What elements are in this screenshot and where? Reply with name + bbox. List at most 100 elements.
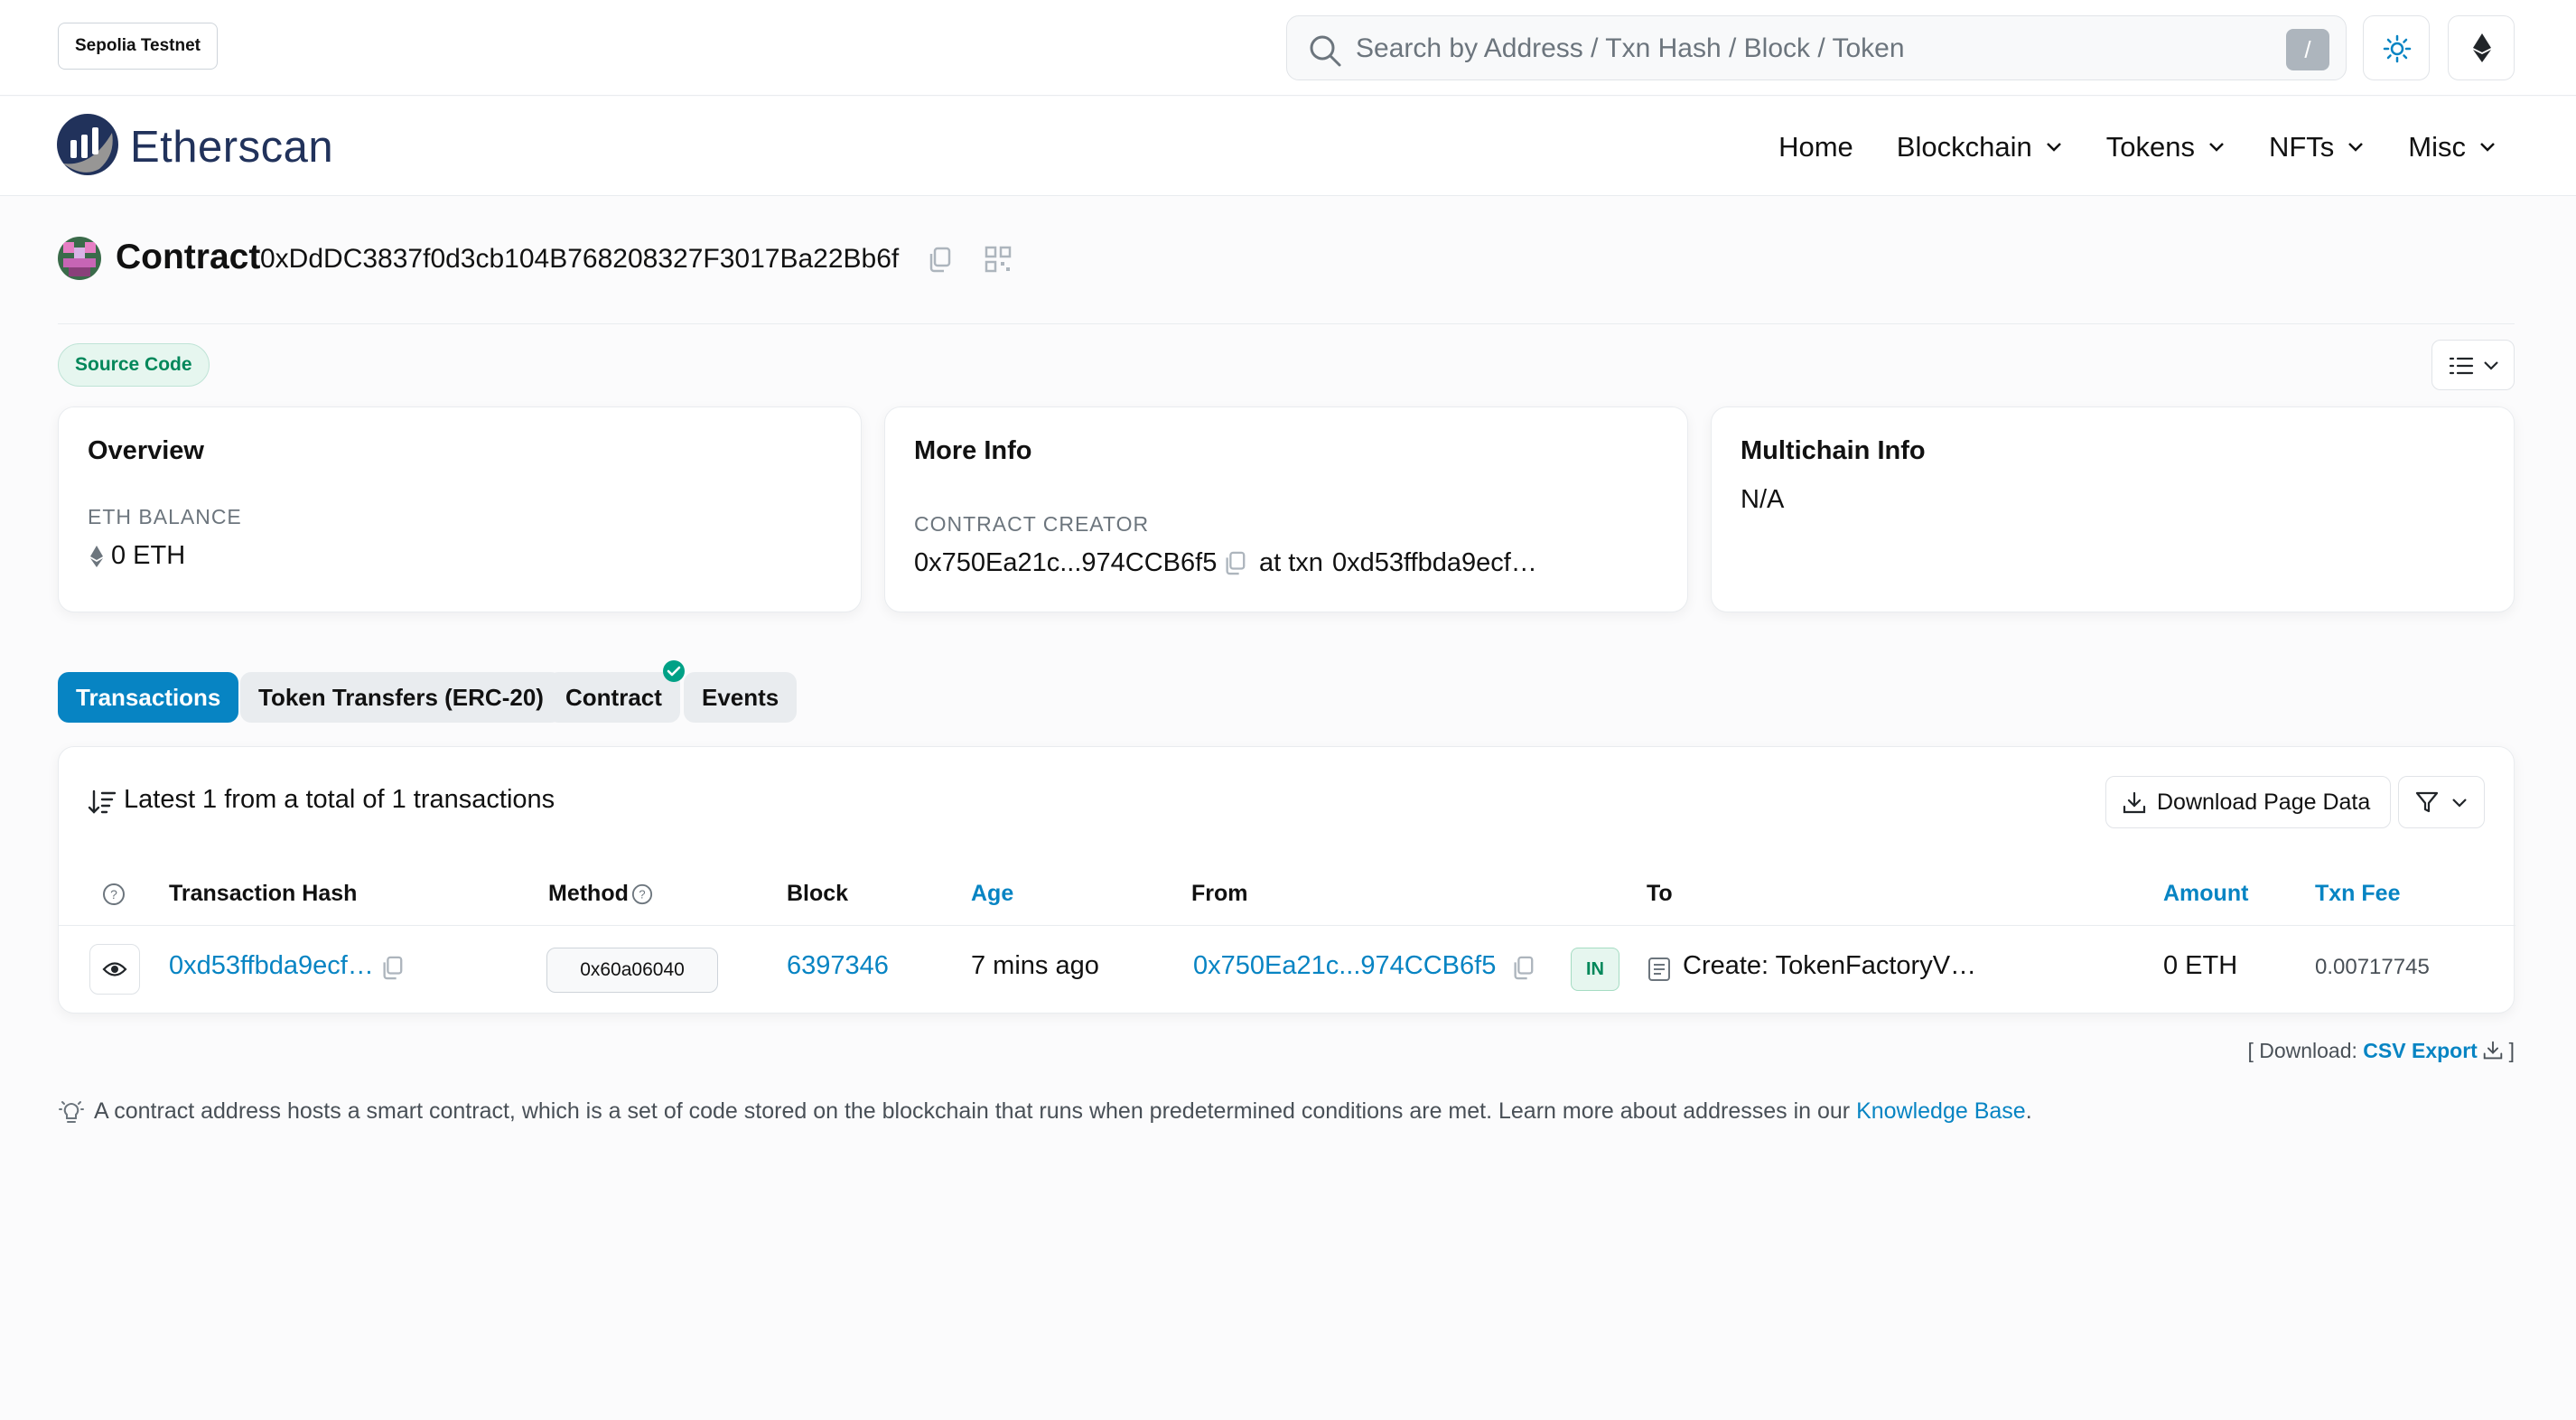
col-transaction-hash: Transaction Hash [169,881,358,906]
nav-misc[interactable]: Misc [2386,124,2518,171]
multichain-value: N/A [1741,485,1785,514]
tab-events[interactable]: Events [684,672,798,723]
chevron-down-icon [2348,143,2364,152]
filter-button[interactable] [2398,776,2485,828]
col-block: Block [787,881,849,906]
from-address-link[interactable]: 0x750Ea21c...974CCB6f5 [1193,951,1496,981]
to-contract-creation[interactable]: Create: TokenFactoryV… [1683,951,1976,981]
download-page-data-label: Download Page Data [2157,789,2371,815]
block-link[interactable]: 6397346 [787,951,889,981]
tab-contract-label: Contract [565,684,662,711]
eye-icon [102,962,127,976]
more-info-title: More Info [914,436,1032,465]
copy-icon[interactable] [927,246,952,273]
direction-badge: IN [1571,948,1619,991]
contract-address: 0xDdDC3837f0d3cb104B768208327F3017Ba22Bb… [260,244,900,274]
download-icon[interactable] [2483,1041,2503,1060]
top-bar: Sepolia Testnet / [0,0,2576,96]
nav-bar: Etherscan Home Blockchain Tokens NFTs Mi… [0,97,2576,196]
info-note-end: . [2025,1098,2032,1124]
nav-nfts[interactable]: NFTs [2247,124,2386,171]
knowledge-base-link[interactable]: Knowledge Base [1856,1098,2026,1124]
nav-tokens[interactable]: Tokens [2085,124,2247,171]
contract-file-icon [1648,958,1670,981]
info-note-text: A contract address hosts a smart contrac… [94,1098,1851,1124]
sort-icon [88,789,117,814]
sun-icon [2383,34,2412,63]
download-page-data-button[interactable]: Download Page Data [2105,776,2392,828]
transactions-card: Latest 1 from a total of 1 transactions … [58,746,2515,1014]
tab-token-transfers[interactable]: Token Transfers (ERC-20) [240,672,562,723]
col-amount[interactable]: Amount [2163,881,2248,907]
method-pill[interactable]: 0x60a06040 [546,948,718,993]
preview-button[interactable] [89,944,140,995]
eth-balance-value: 0 ETH [111,541,186,570]
nav-tokens-label: Tokens [2105,131,2195,163]
help-icon[interactable]: ? [631,883,653,905]
nav-nfts-label: NFTs [2268,131,2335,163]
nav-blockchain[interactable]: Blockchain [1875,124,2085,171]
col-from: From [1191,881,1248,906]
col-method: Method [548,881,629,906]
ethereum-icon [90,546,103,567]
txn-hash-link[interactable]: 0xd53ffbda9ecf… [169,951,374,981]
chevron-down-icon [2480,143,2495,152]
chevron-down-icon [2046,143,2061,152]
table-row: 0xd53ffbda9ecf… 0x60a06040 6397346 7 min… [59,926,2515,1013]
more-info-card: More Info CONTRACT CREATOR 0x750Ea21c...… [884,406,1688,612]
csv-suffix: ] [2508,1039,2515,1062]
help-icon[interactable]: ? [102,883,126,906]
search-shortcut-key: / [2286,29,2329,70]
network-switch-button[interactable] [2448,15,2515,80]
brand-name: Etherscan [130,123,334,172]
verified-check-icon [662,660,685,682]
csv-export-link[interactable]: CSV Export [2363,1039,2478,1062]
tab-transactions[interactable]: Transactions [58,672,239,723]
ethereum-icon [2473,33,2491,62]
chevron-down-icon [2452,799,2467,808]
copy-icon[interactable] [1511,955,1535,980]
main-nav: Home Blockchain Tokens NFTs Misc [1757,124,2518,171]
transactions-summary-text: Latest 1 from a total of 1 transactions [124,785,555,814]
download-icon [2123,791,2146,814]
nav-blockchain-label: Blockchain [1896,131,2032,163]
chevron-down-icon [2209,143,2224,152]
table-header: ? Transaction Hash Method ? Block Age Fr… [59,863,2515,926]
chevron-down-icon [2484,361,2498,370]
creator-address-link[interactable]: 0x750Ea21c...974CCB6f5 [914,548,1217,578]
svg-text:?: ? [639,888,645,902]
csv-prefix: [ Download: [2247,1039,2357,1062]
search-box[interactable]: / [1286,15,2347,80]
qr-code-icon[interactable] [985,246,1012,273]
csv-download-line: [ Download: CSV Export ] [2247,1039,2515,1063]
nav-home[interactable]: Home [1757,124,1875,171]
txn-fee: 0.00717745 [2315,955,2430,979]
overview-title: Overview [88,436,204,465]
copy-icon[interactable] [1223,550,1246,575]
eth-balance-label: ETH BALANCE [88,505,242,528]
theme-toggle-button[interactable] [2363,15,2430,80]
tab-contract[interactable]: Contract [547,660,685,723]
col-txn-fee[interactable]: Txn Fee [2315,881,2400,907]
list-icon [2449,357,2474,375]
page-title: Contract [116,238,261,276]
overview-card: Overview ETH BALANCE 0 ETH [58,406,862,612]
search-input[interactable] [1356,27,2259,70]
contract-creator-label: CONTRACT CREATOR [914,512,1150,536]
nav-misc-label: Misc [2408,131,2466,163]
network-badge[interactable]: Sepolia Testnet [58,23,219,70]
more-options-button[interactable] [2431,340,2515,390]
col-age[interactable]: Age [971,881,1013,907]
creator-txn-link[interactable]: 0xd53ffbda9ecf… [1332,548,1537,578]
filter-icon [2415,791,2439,813]
search-icon [1310,35,1341,67]
header-divider [58,323,2515,324]
at-txn-text: at txn [1259,548,1323,577]
source-code-badge[interactable]: Source Code [58,343,210,387]
multichain-title: Multichain Info [1741,436,1926,465]
copy-icon[interactable] [380,955,404,980]
etherscan-logo-icon [57,114,118,175]
svg-text:?: ? [110,887,117,902]
txn-amount: 0 ETH [2163,951,2238,980]
multichain-info-card: Multichain Info N/A [1711,406,2515,612]
